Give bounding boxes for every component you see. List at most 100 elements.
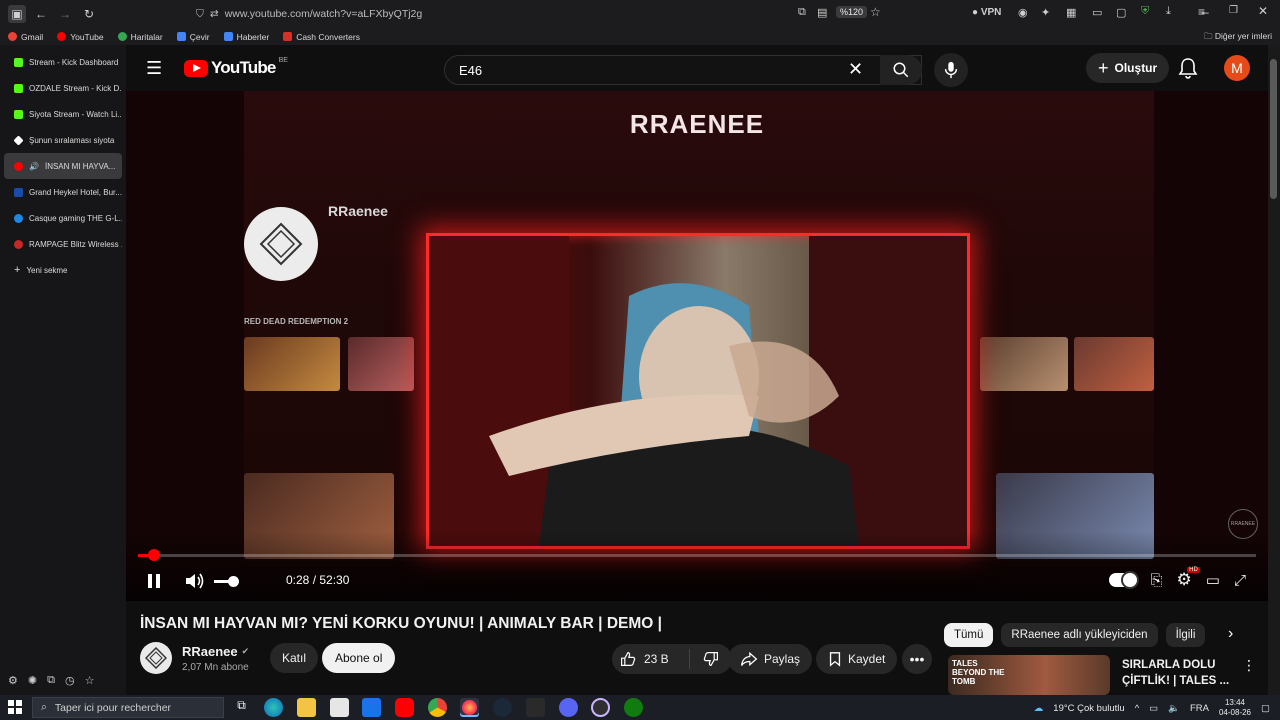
settings-icon[interactable]: ⚙ [8, 674, 18, 687]
back-icon[interactable]: ← [32, 5, 50, 23]
obs-icon[interactable] [591, 698, 610, 717]
speaker-icon[interactable]: 🔈 [1168, 703, 1180, 714]
zoom-level[interactable]: %120 [836, 6, 868, 18]
firefox-icon[interactable] [460, 698, 479, 717]
language-indicator[interactable]: FRA [1190, 703, 1209, 714]
create-button[interactable]: + Oluştur [1086, 53, 1170, 83]
mute-button[interactable] [184, 571, 206, 596]
recommended-thumbnail[interactable]: TALES BEYOND THE TOMB [948, 655, 1110, 695]
chip-related[interactable]: İlgili [1165, 623, 1206, 647]
fullscreen-icon[interactable]: ⤢ [1234, 572, 1246, 589]
tab-groups-icon[interactable]: ⧉ [47, 674, 55, 687]
download-icon[interactable]: ⤓ [1166, 5, 1171, 18]
scrubber-handle[interactable] [148, 549, 161, 561]
video-player[interactable]: RRAENEE RRaenee RED DEAD REDEMPTION 2 RR… [126, 91, 1268, 601]
edge-icon[interactable] [264, 698, 283, 717]
tab-item[interactable]: OZDALE Stream - Kick D... [4, 75, 122, 101]
pause-button[interactable] [144, 571, 164, 591]
channel-avatar[interactable] [140, 642, 172, 674]
chip-all[interactable]: Tümü [944, 623, 994, 647]
screenshot-icon[interactable]: ⧉ [798, 6, 806, 19]
tab-item[interactable]: Casque gaming THE G-L... [4, 205, 122, 231]
discord-icon[interactable] [559, 698, 578, 717]
mail-icon[interactable] [362, 698, 381, 717]
history-icon[interactable]: ◷ [65, 674, 75, 687]
subscribe-button[interactable]: Abone ol [322, 643, 396, 673]
chrome-icon[interactable] [428, 698, 447, 717]
tab-item[interactable]: Şunun sıralaması siyota [4, 127, 122, 153]
file-explorer-icon[interactable] [297, 698, 316, 717]
tab-item[interactable]: Stream - Kick Dashboard [4, 49, 122, 75]
tab-item-active[interactable]: 🔊 İNSAN MI HAYVA... ✕ [4, 153, 122, 179]
clear-search-icon[interactable]: ✕ [848, 59, 863, 80]
autoplay-toggle[interactable] [1108, 571, 1139, 589]
share-button[interactable]: Paylaş [728, 644, 813, 674]
steam-icon[interactable] [493, 698, 512, 717]
sidebar-toggle-icon[interactable]: ▣ [8, 5, 26, 23]
favorites-icon[interactable]: ☆ [85, 674, 95, 687]
new-tab-button[interactable]: + Yeni sekme [4, 257, 122, 283]
chip-from-uploader[interactable]: RRaenee adlı yükleyiciden [1001, 623, 1158, 647]
task-view-icon[interactable]: ⧉ [232, 698, 251, 717]
search-value[interactable]: E46 [459, 63, 482, 78]
shield-icon[interactable]: ⛨ [1141, 5, 1149, 18]
voice-search-button[interactable] [934, 53, 968, 87]
subtitles-icon[interactable]: ⎘ [1151, 572, 1163, 589]
channel-name-row[interactable]: RRaenee ✔ [182, 644, 249, 659]
reload-icon[interactable]: ↻ [80, 5, 98, 23]
bookmark-news[interactable]: Haberler [223, 32, 269, 42]
volume-handle[interactable] [228, 576, 239, 587]
bookmark-gmail[interactable]: Gmail [8, 32, 43, 42]
search-button[interactable] [880, 55, 922, 85]
weather-icon[interactable]: ☁ [1034, 703, 1044, 714]
epic-games-icon[interactable] [526, 698, 545, 717]
bookmark-youtube[interactable]: YouTube [57, 32, 104, 42]
window-icon[interactable]: ▢ [1116, 6, 1126, 19]
page-scrollbar[interactable] [1268, 45, 1280, 695]
bookmark-cash-converters[interactable]: Cash Converters [283, 32, 360, 42]
taskbar-clock[interactable]: 13:44 04-08-26 [1219, 698, 1251, 718]
reader-icon[interactable]: ▤ [817, 6, 827, 19]
forward-icon[interactable]: → [56, 5, 74, 23]
puzzle-icon[interactable]: ✦ [1041, 6, 1050, 19]
more-actions-icon[interactable]: ••• [902, 644, 932, 674]
extensions-icon[interactable]: ✺ [28, 674, 37, 687]
chevron-right-icon[interactable]: › [1228, 625, 1233, 643]
tab-item[interactable]: RAMPAGE Blitz Wireless ... [4, 231, 122, 257]
youtube-logo[interactable]: YouTube BE [184, 57, 288, 78]
settings-gear-icon[interactable]: ⚙ HD [1177, 567, 1200, 590]
youtube-app-icon[interactable] [395, 698, 414, 717]
window-close-icon[interactable]: ✕ [1258, 4, 1268, 18]
recommended-menu-icon[interactable]: ⋮ [1242, 657, 1256, 674]
close-tab-icon[interactable]: ✕ [121, 161, 122, 172]
speaker-icon[interactable]: 🔊 [29, 162, 39, 171]
xbox-icon[interactable] [624, 698, 643, 717]
notifications-button[interactable] [1178, 57, 1198, 84]
other-bookmarks[interactable]: 🗀 Diğer yer imleri [1204, 31, 1272, 45]
tab-item[interactable]: Siyota Stream - Watch Li... [4, 101, 122, 127]
storage-icon[interactable]: ▦ [1066, 6, 1076, 19]
recommended-title[interactable]: SIRLARLA DOLU ÇİFTLİK! | TALES ... [1122, 657, 1232, 689]
hamburger-menu-icon[interactable]: ☰ [146, 58, 166, 78]
scrollbar-thumb[interactable] [1270, 59, 1277, 199]
save-button[interactable]: Kaydet [816, 644, 898, 674]
site-info-icon[interactable]: ⛉ [196, 8, 204, 21]
wallet-icon[interactable]: ▭ [1092, 6, 1102, 19]
tracking-icon[interactable]: ⇄ [210, 8, 219, 20]
url-text[interactable]: www.youtube.com/watch?v=aLFXbyQTj2g [225, 8, 423, 20]
address-bar[interactable]: ⛉ ⇄ www.youtube.com/watch?v=aLFXbyQTj2g [196, 5, 422, 23]
join-button[interactable]: Katıl [270, 643, 319, 673]
channel-name[interactable]: RRaenee [182, 644, 238, 659]
theater-mode-icon[interactable]: ▭ [1206, 571, 1220, 589]
account-avatar[interactable]: M [1224, 55, 1250, 81]
dislike-button[interactable] [690, 651, 732, 667]
bookmark-star-icon[interactable]: ☆ [870, 5, 881, 19]
extension-icon[interactable]: ◉ [1018, 6, 1028, 19]
network-icon[interactable]: ▭ [1149, 703, 1158, 714]
bookmark-translate[interactable]: Çevir [176, 32, 210, 42]
taskbar-search[interactable]: ⌕ Taper ici pour rechercher [32, 697, 224, 718]
store-icon[interactable] [330, 698, 349, 717]
notifications-icon[interactable]: ▢ [1261, 703, 1270, 714]
tab-item[interactable]: Grand Heykel Hotel, Bur... [4, 179, 122, 205]
vpn-badge[interactable]: ● VPN [972, 7, 1001, 18]
